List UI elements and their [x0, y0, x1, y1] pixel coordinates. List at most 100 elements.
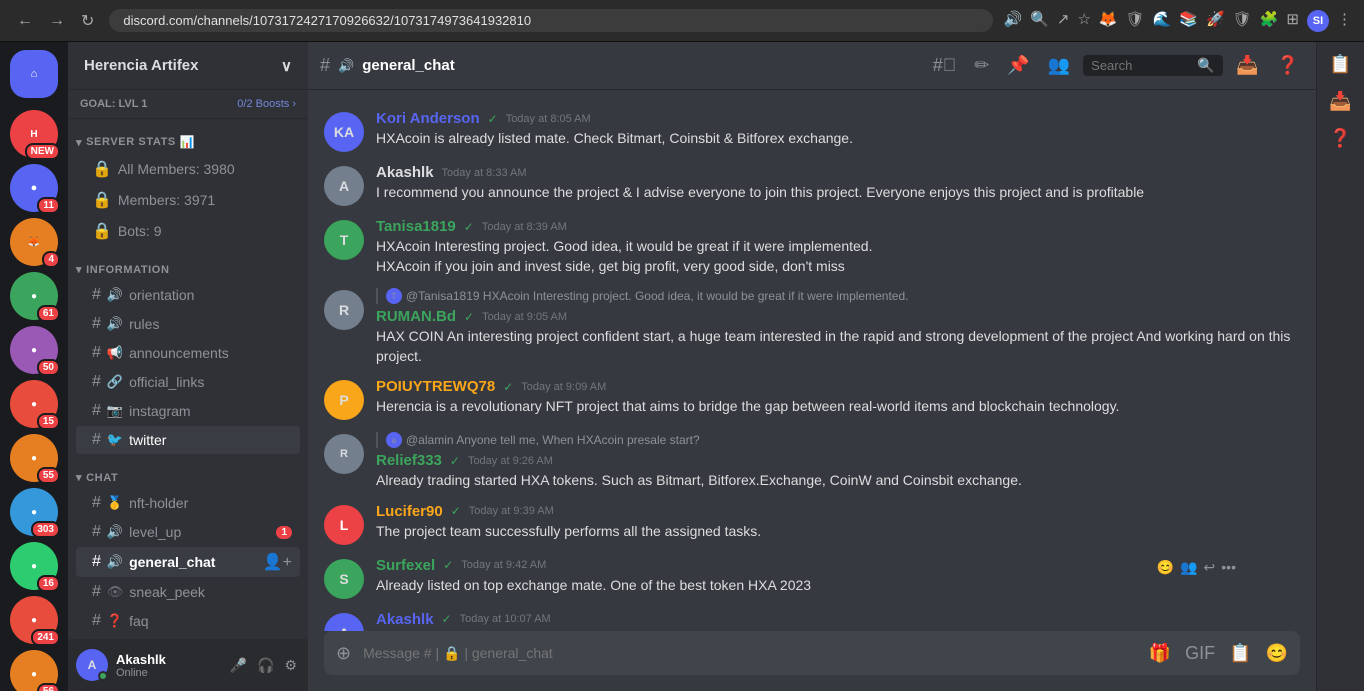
- channel-announcements[interactable]: # 📢 announcements: [76, 339, 300, 367]
- boost-progress[interactable]: 0/2 Boosts ›: [237, 98, 296, 110]
- channel-twitter[interactable]: # 🐦 twitter: [76, 426, 300, 454]
- members-icon[interactable]: 👥: [1043, 55, 1075, 76]
- menu-icon[interactable]: ⋮: [1337, 10, 1352, 32]
- mute-button[interactable]: 🎤: [227, 654, 250, 677]
- gif-button[interactable]: GIF: [1181, 639, 1219, 668]
- username-lucifer[interactable]: Lucifer90: [376, 503, 443, 520]
- server-badge-6: 15: [37, 413, 60, 430]
- category-information[interactable]: ▾ INFORMATION: [68, 247, 308, 280]
- channel-orientation[interactable]: # 🔊 orientation: [76, 281, 300, 309]
- avatar-akashlk: A: [324, 166, 364, 206]
- edit-icon[interactable]: ✏: [969, 55, 994, 76]
- msg-content-9: Akashlk ✓ Today at 10:07 AM HXA token is…: [376, 611, 1300, 631]
- server-badge-9: 16: [37, 575, 60, 592]
- lock-icon: 🔒: [92, 159, 112, 179]
- url-bar[interactable]: [109, 9, 993, 32]
- category-chat[interactable]: ▾ CHAT: [68, 455, 308, 488]
- channel-sidebar: Herencia Artifex ∨ GOAL: LVL 1 0/2 Boost…: [68, 42, 308, 691]
- channel-rules[interactable]: # 🔊 rules: [76, 310, 300, 338]
- channel-official-links[interactable]: # 🔗 official_links: [76, 368, 300, 396]
- channel-level-up[interactable]: # 🔊 level_up 1: [76, 518, 300, 546]
- server-icon-11[interactable]: ● 56: [10, 650, 58, 691]
- reply-action-icon[interactable]: ↩: [1204, 559, 1216, 576]
- username-akashlk-2[interactable]: Akashlk: [376, 611, 434, 628]
- server-icon-7[interactable]: ● 55: [10, 434, 58, 482]
- hashtag-threads-icon[interactable]: #⃣: [928, 55, 962, 76]
- avatar-akashlk-2: A: [324, 613, 364, 631]
- server-badge-5: 50: [37, 359, 60, 376]
- chat-input-box: ⊕ 🎁 GIF 📋 😊: [324, 631, 1300, 675]
- reaction-emoji-icon[interactable]: 😊: [1157, 559, 1174, 576]
- server-2-label: ●: [31, 182, 38, 194]
- current-user-status: Online: [116, 667, 219, 679]
- username-tanisa[interactable]: Tanisa1819: [376, 218, 456, 235]
- server-icon-6[interactable]: ● 15: [10, 380, 58, 428]
- avatar-kori: KA: [324, 112, 364, 152]
- input-right-icons: 🎁 GIF 📋 😊: [1145, 639, 1292, 668]
- server-icon-4[interactable]: ● 61: [10, 272, 58, 320]
- pin-icon[interactable]: 📌: [1002, 55, 1034, 76]
- emoji-button[interactable]: 😊: [1262, 639, 1292, 668]
- channel-nft-holder[interactable]: # 🥇 nft-holder: [76, 489, 300, 517]
- msg-content-7: Lucifer90 ✓ Today at 9:39 AM The project…: [376, 503, 1300, 545]
- server-icon-9[interactable]: ● 16: [10, 542, 58, 590]
- server-badge-1: NEW: [25, 143, 60, 160]
- username-relief[interactable]: Relief333: [376, 452, 442, 469]
- user-controls: 🎤 🎧 ⚙: [227, 654, 300, 677]
- add-attachment-button[interactable]: ⊕: [332, 639, 355, 668]
- username-surfexel[interactable]: Surfexel: [376, 557, 435, 574]
- msg-text-6: Already trading started HXA tokens. Such…: [376, 471, 1300, 491]
- message-input[interactable]: [363, 635, 1137, 671]
- search-input[interactable]: [1091, 58, 1191, 73]
- username-ruman[interactable]: RUMAN.Bd: [376, 308, 456, 325]
- username-kori[interactable]: Kori Anderson: [376, 110, 480, 127]
- more-actions-icon[interactable]: •••: [1221, 559, 1236, 576]
- current-user-name: Akashlk: [116, 652, 219, 667]
- collapse-icon: ▾: [76, 136, 82, 149]
- server-icon-10[interactable]: ● 241: [10, 596, 58, 644]
- settings-button[interactable]: ⚙: [281, 654, 300, 677]
- server-icon-2[interactable]: ● 11: [10, 164, 58, 212]
- deafen-button[interactable]: 🎧: [254, 654, 277, 677]
- username-poi[interactable]: POIUYTREWQ78: [376, 378, 495, 395]
- inbox-icon[interactable]: 📥: [1231, 55, 1263, 76]
- sticker-button[interactable]: 📋: [1225, 639, 1255, 668]
- message-group-7: L Lucifer90 ✓ Today at 9:39 AM The proje…: [308, 499, 1316, 549]
- category-server-stats[interactable]: ▾ SERVER STATS 📊: [68, 119, 308, 153]
- server-icon-8[interactable]: ● 303: [10, 488, 58, 536]
- hash-icon-rules: #: [92, 315, 101, 333]
- reply-preview-6: a @alamin Anyone tell me, When HXAcoin p…: [376, 432, 1300, 448]
- channel-instagram[interactable]: # 📷 instagram: [76, 397, 300, 425]
- verified-icon-1: ✓: [488, 112, 498, 126]
- channel-faq[interactable]: # ❓ faq: [76, 607, 300, 635]
- server-icon-1[interactable]: H NEW: [10, 110, 58, 158]
- help-right-icon[interactable]: ❓: [1325, 124, 1355, 153]
- chat-input-area: ⊕ 🎁 GIF 📋 😊: [308, 631, 1316, 691]
- server-header[interactable]: Herencia Artifex ∨: [68, 42, 308, 90]
- server-icon-home[interactable]: ⌂: [10, 50, 58, 98]
- add-member-icon[interactable]: 👤+: [263, 552, 292, 572]
- ext6-icon: 🛡: [1233, 10, 1252, 32]
- forward-button[interactable]: →: [44, 9, 70, 33]
- channel-general-chat[interactable]: # 🔊 general_chat 👤+: [76, 547, 300, 577]
- search-box[interactable]: 🔍: [1083, 55, 1223, 76]
- channel-members: 🔒 Members: 3971: [76, 185, 300, 215]
- threads-icon[interactable]: 📋: [1325, 50, 1355, 79]
- gift-button[interactable]: 🎁: [1145, 639, 1175, 668]
- server-icon-5[interactable]: ● 50: [10, 326, 58, 374]
- activity-icon[interactable]: 📥: [1325, 87, 1355, 116]
- channel-support[interactable]: # 🔒 support: [76, 636, 300, 639]
- reply-avatar-6: a: [386, 432, 402, 448]
- msg-text-8: Already listed on top exchange mate. One…: [376, 576, 1300, 596]
- channel-sneak-peek[interactable]: # 👁 sneak_peek: [76, 578, 300, 606]
- server-icon-3[interactable]: 🦊 4: [10, 218, 58, 266]
- split-icon: ⊞: [1286, 10, 1299, 32]
- username-akashlk[interactable]: Akashlk: [376, 164, 434, 181]
- back-button[interactable]: ←: [12, 9, 38, 33]
- help-icon[interactable]: ❓: [1272, 55, 1304, 76]
- verified-icon-6: ✓: [450, 454, 460, 468]
- user-avatar-browser[interactable]: SI: [1307, 10, 1329, 32]
- message-group-9: A Akashlk ✓ Today at 10:07 AM HXA token …: [308, 607, 1316, 631]
- refresh-button[interactable]: ↻: [76, 9, 99, 33]
- reaction-people-icon[interactable]: 👥: [1180, 559, 1197, 576]
